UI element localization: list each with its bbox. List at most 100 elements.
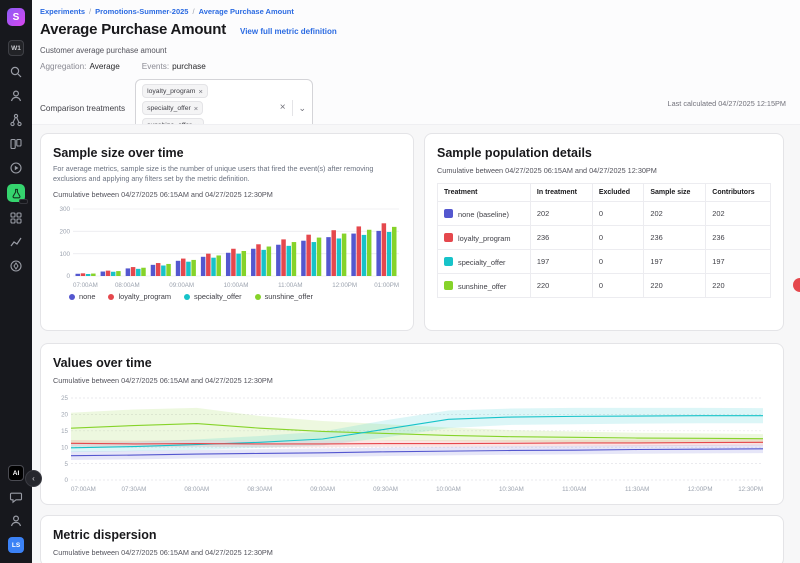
treatment-color-swatch xyxy=(444,257,453,266)
clear-all-icon[interactable]: × xyxy=(280,103,286,113)
svg-text:09:00AM: 09:00AM xyxy=(169,282,194,289)
legend-label: none xyxy=(79,292,95,301)
cell-contributors: 197 xyxy=(706,250,771,274)
table-row: none (baseline) 202 0 202 202 xyxy=(438,202,771,226)
breadcrumb-experiment-name[interactable]: Promotions-Summer-2025 xyxy=(95,7,188,16)
hierarchy-icon[interactable] xyxy=(8,112,24,128)
svg-text:08:00AM: 08:00AM xyxy=(115,282,140,289)
chat-icon[interactable] xyxy=(8,489,24,505)
treatment-color-swatch xyxy=(444,281,453,290)
legend-label: specialty_offer xyxy=(194,292,242,301)
metric-dispersion-card: Metric dispersion Cumulative between 04/… xyxy=(40,515,784,563)
chevron-down-icon[interactable]: ⌄ xyxy=(299,104,307,113)
cell-sample-size: 220 xyxy=(644,274,706,298)
col-sample-size: Sample size xyxy=(644,184,706,202)
sample-size-title: Sample size over time xyxy=(53,146,401,160)
experiments-icon-active[interactable] xyxy=(7,184,25,202)
board-columns-icon[interactable] xyxy=(8,136,24,152)
treatment-name: sunshine_offer xyxy=(458,282,506,291)
last-calculated-text: Last calculated 04/27/2025 12:15PM xyxy=(668,99,786,108)
svg-text:0: 0 xyxy=(66,273,70,280)
workspace-badge[interactable]: W1 xyxy=(8,40,24,56)
svg-text:300: 300 xyxy=(59,206,70,213)
dispersion-title: Metric dispersion xyxy=(53,528,771,542)
breadcrumb-metric-name[interactable]: Average Purchase Amount xyxy=(199,7,294,16)
svg-text:09:30AM: 09:30AM xyxy=(373,486,398,493)
cell-contributors: 202 xyxy=(706,202,771,226)
svg-text:11:00AM: 11:00AM xyxy=(278,282,302,289)
cell-excluded: 0 xyxy=(592,250,644,274)
select-divider xyxy=(292,100,293,116)
user-icon[interactable] xyxy=(8,88,24,104)
sample-size-card: Sample size over time For average metric… xyxy=(40,133,414,331)
chip-remove-icon[interactable]: × xyxy=(198,87,202,96)
svg-text:07:00AM: 07:00AM xyxy=(71,486,96,493)
experiments-mini-badge xyxy=(19,199,28,204)
values-title: Values over time xyxy=(53,356,771,370)
legend-item-sunshine: sunshine_offer xyxy=(255,292,313,301)
sample-size-bar-chart: 010020030007:00AM08:00AM09:00AM10:00AM11… xyxy=(53,205,401,289)
population-card: Sample population details Cumulative bet… xyxy=(424,133,784,331)
chip-remove-icon[interactable]: × xyxy=(194,104,198,113)
cell-in-treatment: 220 xyxy=(530,274,592,298)
col-contributors: Contributors xyxy=(706,184,771,202)
app-logo[interactable]: S xyxy=(7,8,25,26)
svg-text:08:00AM: 08:00AM xyxy=(184,486,209,493)
svg-text:25: 25 xyxy=(61,395,68,402)
col-in-treatment: In treatment xyxy=(530,184,592,202)
svg-text:15: 15 xyxy=(61,428,68,435)
svg-text:5: 5 xyxy=(65,461,69,468)
search-icon[interactable] xyxy=(8,64,24,80)
sample-size-cumulative: Cumulative between 04/27/2025 06:15AM an… xyxy=(53,190,401,199)
metric-meta: Aggregation:Average Events:purchase xyxy=(40,62,206,71)
values-line-chart: 051015202507:00AM07:30AM08:00AM08:30AM09… xyxy=(53,393,771,493)
chip-label: loyalty_program xyxy=(147,88,195,95)
svg-text:200: 200 xyxy=(59,229,70,236)
app-root: S W1 xyxy=(0,0,800,563)
play-circle-icon[interactable] xyxy=(8,160,24,176)
line-chart-icon[interactable] xyxy=(8,234,24,250)
population-title: Sample population details xyxy=(437,146,771,160)
svg-text:10: 10 xyxy=(61,444,68,451)
apps-grid-icon[interactable] xyxy=(8,210,24,226)
svg-text:12:30PM: 12:30PM xyxy=(738,486,763,493)
cell-excluded: 0 xyxy=(592,226,644,250)
breadcrumb-experiments[interactable]: Experiments xyxy=(40,7,85,16)
treatment-name: specialty_offer xyxy=(458,258,506,267)
explore-compass-icon[interactable] xyxy=(8,258,24,274)
ai-assistant-badge[interactable]: AI xyxy=(8,465,24,481)
sample-size-description: For average metrics, sample size is the … xyxy=(53,164,395,184)
svg-text:10:00AM: 10:00AM xyxy=(224,282,249,289)
svg-text:07:30AM: 07:30AM xyxy=(122,486,147,493)
ls-badge[interactable]: LS xyxy=(8,537,24,553)
legend-item-loyalty: loyalty_program xyxy=(108,292,171,301)
svg-text:08:30AM: 08:30AM xyxy=(247,486,272,493)
treatment-color-swatch xyxy=(444,209,453,218)
svg-text:12:00PM: 12:00PM xyxy=(688,486,713,493)
table-row: sunshine_offer 220 0 220 220 xyxy=(438,274,771,298)
col-excluded: Excluded xyxy=(592,184,644,202)
cell-treatment: specialty_offer xyxy=(438,250,531,274)
legend-dot xyxy=(184,294,190,300)
right-edge-alert-handle[interactable] xyxy=(793,278,800,292)
svg-text:0: 0 xyxy=(65,477,69,484)
view-metric-definition-link[interactable]: View full metric definition xyxy=(240,27,337,36)
cell-excluded: 0 xyxy=(592,202,644,226)
events-value: purchase xyxy=(172,62,206,71)
main-area: Experiments / Promotions-Summer-2025 / A… xyxy=(32,0,800,563)
svg-text:01:00PM: 01:00PM xyxy=(374,282,399,289)
chip-loyalty-program[interactable]: loyalty_program× xyxy=(142,84,208,98)
legend-label: loyalty_program xyxy=(118,292,171,301)
cell-treatment: sunshine_offer xyxy=(438,274,531,298)
svg-text:11:00AM: 11:00AM xyxy=(562,486,586,493)
treatment-name: loyalty_program xyxy=(458,234,511,243)
cell-treatment: loyalty_program xyxy=(438,226,531,250)
assistant-edge-handle[interactable]: ‹ xyxy=(25,470,42,487)
svg-text:10:00AM: 10:00AM xyxy=(436,486,461,493)
account-icon[interactable] xyxy=(8,513,24,529)
chip-specialty-offer[interactable]: specialty_offer× xyxy=(142,101,203,115)
population-cumulative: Cumulative between 04/27/2025 06:15AM an… xyxy=(437,166,771,175)
cell-excluded: 0 xyxy=(592,274,644,298)
svg-text:100: 100 xyxy=(59,251,70,258)
population-table: Treatment In treatment Excluded Sample s… xyxy=(437,183,771,298)
